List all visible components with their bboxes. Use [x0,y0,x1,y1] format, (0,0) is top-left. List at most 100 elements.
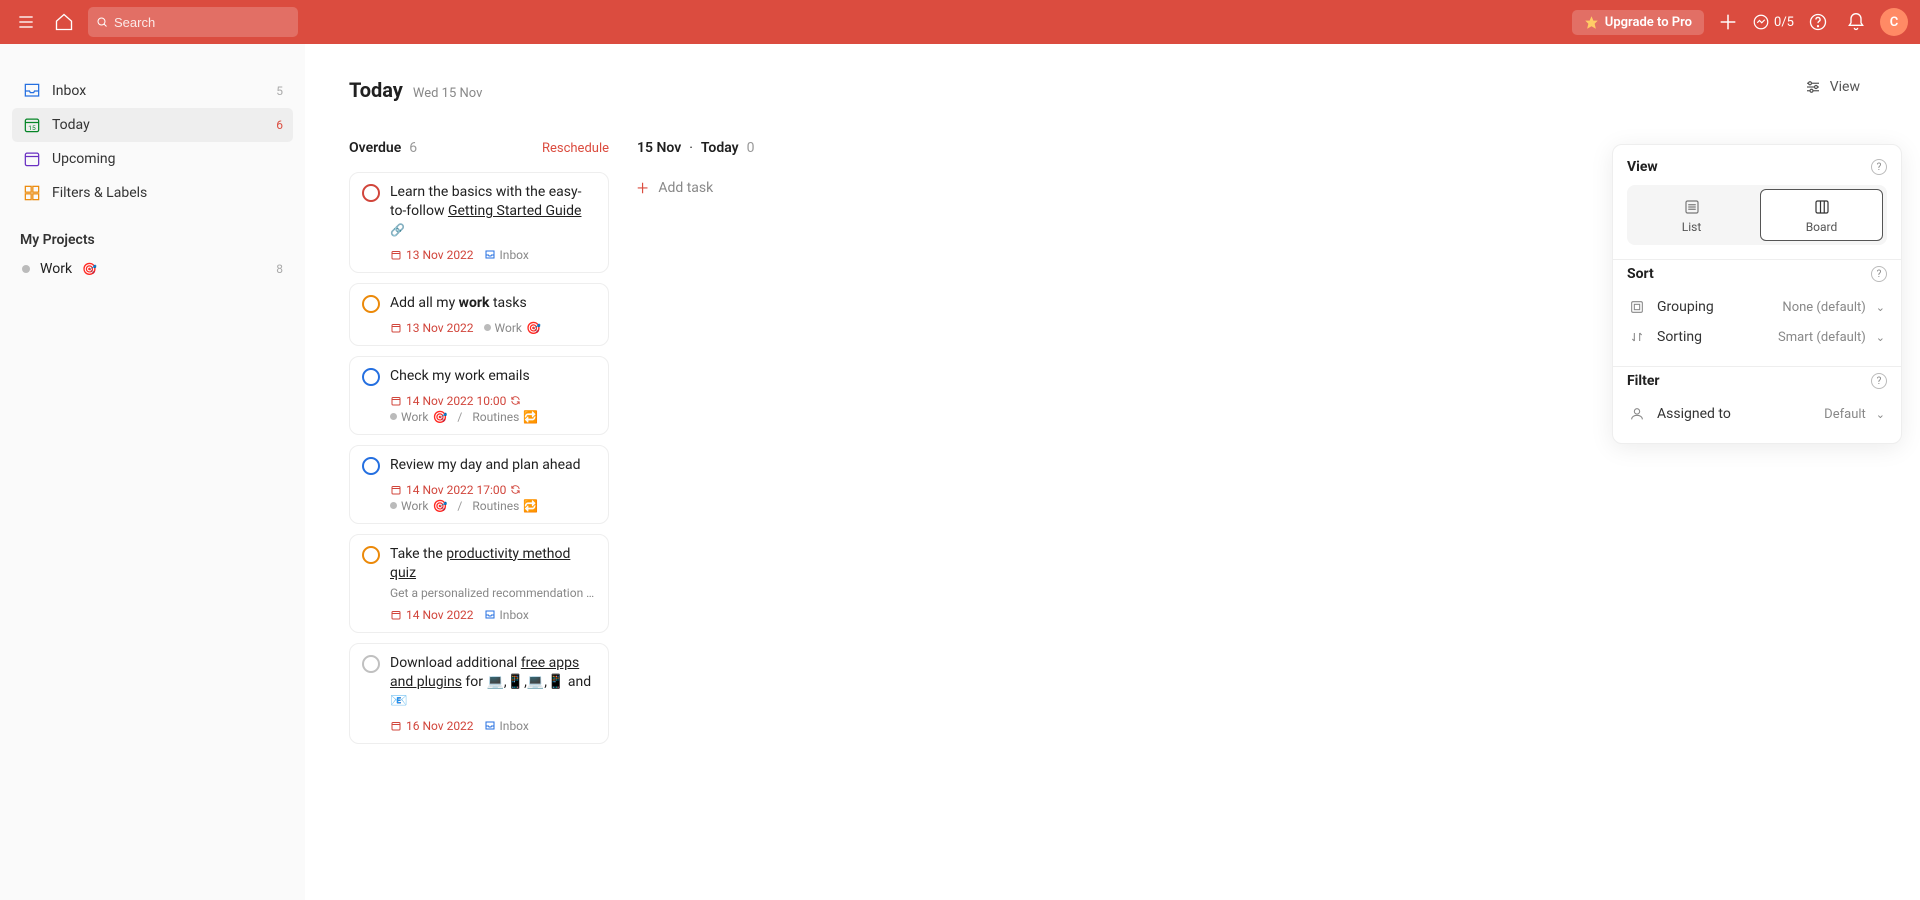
page-title: Today [349,78,403,102]
search-input[interactable] [114,15,290,30]
help-icon[interactable]: ? [1871,373,1887,389]
sorting-row[interactable]: Sorting Smart (default) ⌄ [1627,322,1887,352]
main-content: Today Wed 15 Nov View Overdue 6 Reschedu… [305,44,1920,900]
column-today: 15 Nov · Today 0 + Add task [637,140,897,204]
view-section-title: View [1627,159,1658,175]
view-panel: View ? List Board Sort [1612,144,1902,444]
column-title: Overdue [349,140,401,156]
board-icon [1813,198,1831,216]
sidebar-item-count: 6 [276,118,283,132]
sidebar-item-today[interactable]: 15 Today 6 [12,108,293,142]
column-date: 15 Nov [637,140,681,156]
person-icon [1629,406,1647,422]
task-title: Review my day and plan ahead [390,456,581,475]
chevron-down-icon: ⌄ [1876,408,1885,421]
add-task-button[interactable]: + Add task [637,172,897,204]
projects-section-title[interactable]: My Projects [20,232,285,248]
task-card[interactable]: Check my work emails 14 Nov 2022 10:00 Wo… [349,356,609,435]
due-date: 16 Nov 2022 [390,719,474,733]
sidebar-item-label: Inbox [52,83,86,99]
add-task-label: Add task [658,180,713,196]
due-date: 14 Nov 2022 [390,608,474,622]
task-title: Check my work emails [390,367,530,386]
sidebar-item-filters[interactable]: Filters & Labels [12,176,293,210]
add-icon[interactable] [1714,8,1742,36]
task-card[interactable]: Take the productivity method quiz Get a p… [349,534,609,634]
view-button[interactable]: View [1804,78,1860,96]
search-box[interactable] [88,7,298,37]
task-description: Get a personalized recommendation f… [390,586,596,600]
project-chip: Inbox [484,248,529,262]
project-dot [22,265,30,273]
assigned-row[interactable]: Assigned to Default ⌄ [1627,399,1887,429]
task-checkbox[interactable] [362,546,380,564]
sort-section-title: Sort [1627,266,1654,282]
task-card[interactable]: Learn the basics with the easy-to-follow… [349,172,609,273]
due-date: 14 Nov 2022 10:00 [390,394,521,408]
task-title: Download additional free apps and plugin… [390,654,596,711]
sidebar-item-count: 5 [276,84,283,98]
view-mode-toggle: List Board [1627,185,1887,245]
project-chip: Work 🎯 [484,321,541,335]
sidebar-item-label: Upcoming [52,151,116,167]
filters-icon [22,183,42,203]
svg-text:15: 15 [28,124,36,132]
task-card[interactable]: Add all my work tasks 13 Nov 2022 Work 🎯 [349,283,609,346]
due-date: 13 Nov 2022 [390,321,474,335]
sidebar-item-label: Today [52,117,90,133]
task-title: Take the productivity method quiz [390,545,596,583]
recurring-icon [510,395,521,406]
help-icon[interactable] [1804,8,1832,36]
task-checkbox[interactable] [362,368,380,386]
project-label: Work [40,261,72,277]
help-icon[interactable]: ? [1871,159,1887,175]
avatar-initial: C [1890,15,1899,30]
target-icon: 🎯 [82,262,97,276]
task-title: Add all my work tasks [390,294,527,313]
upgrade-button[interactable]: Upgrade to Pro [1572,10,1704,35]
chevron-down-icon: ⌄ [1876,301,1885,314]
due-date: 14 Nov 2022 17:00 [390,483,521,497]
grouping-row[interactable]: Grouping None (default) ⌄ [1627,292,1887,322]
view-mode-board[interactable]: Board [1760,189,1883,241]
project-count: 8 [276,262,283,276]
upcoming-icon [22,149,42,169]
avatar[interactable]: C [1880,8,1908,36]
task-checkbox[interactable] [362,295,380,313]
due-date: 13 Nov 2022 [390,248,474,262]
project-chip: Work 🎯 [390,410,447,424]
today-icon: 15 [22,115,42,135]
home-icon[interactable] [50,8,78,36]
view-button-label: View [1830,79,1860,95]
task-checkbox[interactable] [362,655,380,673]
project-chip: Inbox [484,719,529,733]
list-icon [1683,198,1701,216]
project-chip: Inbox [484,608,529,622]
column-count: 6 [409,140,417,156]
task-checkbox[interactable] [362,457,380,475]
inbox-icon [22,81,42,101]
menu-icon[interactable] [12,8,40,36]
sidebar-item-label: Filters & Labels [52,185,147,201]
help-icon[interactable]: ? [1871,266,1887,282]
recurring-icon [510,484,521,495]
reschedule-button[interactable]: Reschedule [542,141,609,156]
productivity-progress[interactable]: 0/5 [1752,13,1794,31]
task-title: Learn the basics with the easy-to-follow… [390,183,596,240]
upgrade-label: Upgrade to Pro [1605,15,1692,30]
progress-text: 0/5 [1774,15,1794,30]
star-icon [1584,15,1599,30]
column-overdue: Overdue 6 Reschedule Learn the basics wi… [349,140,609,754]
sidebar-item-upcoming[interactable]: Upcoming [12,142,293,176]
project-item-work[interactable]: Work 🎯 8 [12,254,293,284]
task-card[interactable]: Review my day and plan ahead 14 Nov 2022 … [349,445,609,524]
page-subtitle: Wed 15 Nov [413,86,483,101]
task-card[interactable]: Download additional free apps and plugin… [349,643,609,744]
sidebar-item-inbox[interactable]: Inbox 5 [12,74,293,108]
project-chip: Work 🎯 [390,499,447,513]
section-chip: Routines 🔁 [472,410,538,424]
task-checkbox[interactable] [362,184,380,202]
chevron-down-icon: ⌄ [1876,331,1885,344]
notifications-icon[interactable] [1842,8,1870,36]
view-mode-list[interactable]: List [1631,189,1752,241]
